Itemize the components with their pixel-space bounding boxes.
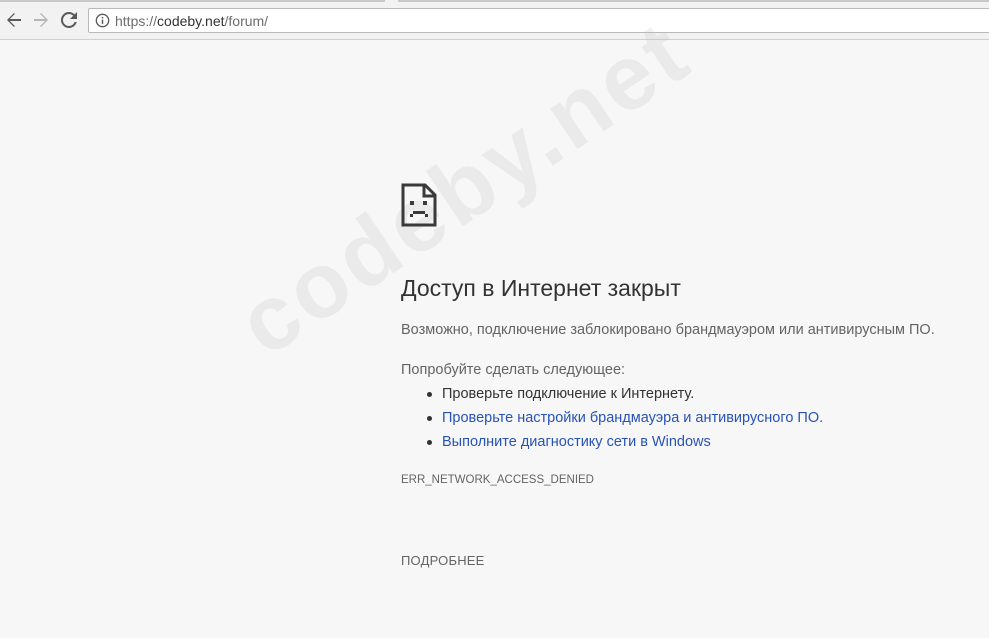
forward-button[interactable] [30,9,52,31]
suggestion-item: Проверьте подключение к Интернету. [401,384,823,408]
address-url[interactable]: https://codeby.net/forum/ [115,13,268,29]
url-host: codeby.net [157,13,225,29]
suggestion-item[interactable]: Проверьте настройки брандмауэра и антиви… [401,408,823,432]
suggestion-check-connection: Проверьте подключение к Интернету. [442,386,695,402]
bullet-icon [427,416,432,421]
error-code: ERR_NETWORK_ACCESS_DENIED [401,474,594,486]
suggestions-list: Проверьте подключение к Интернету. Прове… [401,384,823,456]
bullet-icon [427,440,432,445]
suggestion-firewall-link[interactable]: Проверьте настройки брандмауэра и антиви… [442,410,823,426]
page-content: codeby.net Доступ в Интернет закрыт Возм… [0,1,989,638]
back-button[interactable] [3,9,25,31]
reload-icon [61,12,77,28]
details-button[interactable]: ПОДРОБНЕЕ [401,553,485,568]
error-description: Возможно, подключение заблокировано бран… [401,322,935,338]
suggestion-diagnostics-link[interactable]: Выполните диагностику сети в Windows [442,434,711,450]
address-bar[interactable]: https://codeby.net/forum/ [88,8,989,33]
bullet-icon [427,392,432,397]
forward-arrow-icon [34,13,48,27]
sad-page-icon [401,183,437,227]
suggestions-heading: Попробуйте сделать следующее: [401,362,626,378]
browser-toolbar: https://codeby.net/forum/ [0,2,989,40]
info-icon[interactable] [95,13,110,28]
url-scheme: https:// [115,13,158,29]
url-path: /forum/ [224,13,269,29]
error-title: Доступ в Интернет закрыт [401,275,681,301]
back-arrow-icon [7,13,21,27]
watermark: codeby.net [220,0,708,376]
suggestion-item[interactable]: Выполните диагностику сети в Windows [401,432,823,456]
reload-button[interactable] [58,9,80,31]
